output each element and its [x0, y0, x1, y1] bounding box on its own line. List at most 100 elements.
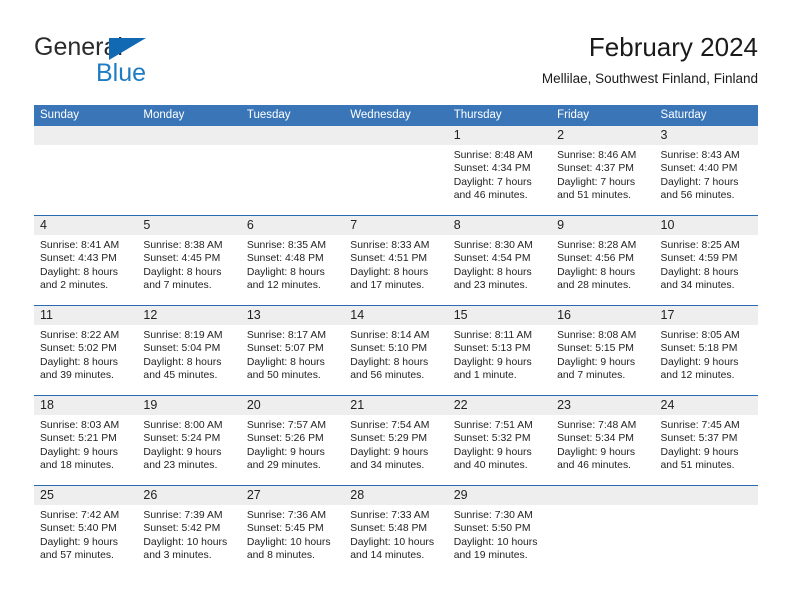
- day-cell-inner: [654, 486, 758, 575]
- sunrise-text: Sunrise: 7:57 AM: [246, 420, 326, 431]
- calendar-day-cell[interactable]: 24 Sunrise: 7:45 AM Sunset: 5:37 PM Dayligh…: [654, 395, 758, 486]
- weekday-header-tuesday: Tuesday: [240, 105, 345, 126]
- day-cell-inner: 2 Sunrise: 8:46 AM Sunset: 4:37 PM Daylight…: [551, 126, 655, 215]
- daylight-text-line1: Daylight: 9 hours: [143, 446, 222, 458]
- calendar-day-cell: [34, 126, 138, 216]
- calendar-week-row: 11 Sunrise: 8:22 AM Sunset: 5:02 PM Dayligh…: [34, 305, 758, 396]
- calendar-day-cell[interactable]: 26 Sunrise: 7:39 AM Sunset: 5:42 PM Dayligh…: [137, 485, 241, 575]
- calendar-day-cell[interactable]: 28 Sunrise: 7:33 AM Sunset: 5:48 PM Dayligh…: [344, 485, 448, 575]
- day-number: [137, 126, 241, 145]
- day-cell-inner: 9 Sunrise: 8:28 AM Sunset: 4:56 PM Daylight…: [551, 216, 655, 305]
- calendar-day-cell: [137, 126, 241, 216]
- daylight-text-line1: Daylight: 9 hours: [660, 446, 739, 458]
- daylight-text-line2: and 34 minutes.: [350, 459, 425, 471]
- daylight-text-line2: and 1 minute.: [453, 369, 517, 381]
- daylight-text-line1: Daylight: 8 hours: [40, 356, 118, 368]
- day-sun-info: Sunrise: 8:19 AM Sunset: 5:04 PM Daylight:…: [137, 325, 240, 382]
- daylight-text-line2: and 28 minutes.: [557, 279, 632, 291]
- sunset-text: Sunset: 5:13 PM: [453, 343, 531, 355]
- daylight-text-line1: Daylight: 9 hours: [557, 446, 636, 458]
- sunrise-text: Sunrise: 8:48 AM: [453, 150, 533, 161]
- sunrise-text: Sunrise: 8:28 AM: [557, 240, 637, 251]
- sunset-text: Sunset: 5:50 PM: [453, 523, 531, 535]
- calendar-day-cell[interactable]: 29 Sunrise: 7:30 AM Sunset: 5:50 PM Dayligh…: [447, 485, 552, 575]
- calendar-day-cell[interactable]: 8 Sunrise: 8:30 AM Sunset: 4:54 PM Daylight…: [447, 215, 552, 306]
- calendar-day-cell[interactable]: 1 Sunrise: 8:48 AM Sunset: 4:34 PM Daylight…: [447, 126, 552, 216]
- calendar-day-cell[interactable]: 27 Sunrise: 7:36 AM Sunset: 5:45 PM Dayligh…: [240, 485, 345, 575]
- sunset-text: Sunset: 5:45 PM: [246, 523, 324, 535]
- daylight-text-line2: and 51 minutes.: [557, 189, 632, 201]
- sunrise-text: Sunrise: 8:14 AM: [350, 330, 430, 341]
- calendar-day-cell[interactable]: 23 Sunrise: 7:48 AM Sunset: 5:34 PM Dayligh…: [551, 395, 655, 486]
- day-number: 29: [447, 486, 552, 505]
- day-cell-inner: 1 Sunrise: 8:48 AM Sunset: 4:34 PM Daylight…: [447, 126, 552, 215]
- day-cell-inner: 13 Sunrise: 8:17 AM Sunset: 5:07 PM Dayligh…: [240, 306, 345, 395]
- calendar-day-cell[interactable]: 22 Sunrise: 7:51 AM Sunset: 5:32 PM Dayligh…: [447, 395, 552, 486]
- calendar-day-cell[interactable]: 25 Sunrise: 7:42 AM Sunset: 5:40 PM Dayligh…: [34, 485, 138, 575]
- calendar-day-cell[interactable]: 21 Sunrise: 7:54 AM Sunset: 5:29 PM Dayligh…: [344, 395, 448, 486]
- sunset-text: Sunset: 5:32 PM: [453, 433, 531, 445]
- sunset-text: Sunset: 5:26 PM: [246, 433, 324, 445]
- daylight-text-line2: and 29 minutes.: [246, 459, 321, 471]
- sunrise-text: Sunrise: 8:46 AM: [557, 150, 637, 161]
- calendar-day-cell[interactable]: 10 Sunrise: 8:25 AM Sunset: 4:59 PM Dayligh…: [654, 215, 758, 306]
- calendar-day-cell[interactable]: 17 Sunrise: 8:05 AM Sunset: 5:18 PM Dayligh…: [654, 305, 758, 396]
- calendar-day-cell[interactable]: 15 Sunrise: 8:11 AM Sunset: 5:13 PM Dayligh…: [447, 305, 552, 396]
- day-cell-inner: 3 Sunrise: 8:43 AM Sunset: 4:40 PM Daylight…: [654, 126, 758, 215]
- day-sun-info: Sunrise: 8:14 AM Sunset: 5:10 PM Daylight:…: [344, 325, 447, 382]
- daylight-text-line1: Daylight: 9 hours: [660, 356, 739, 368]
- calendar-day-cell[interactable]: 16 Sunrise: 8:08 AM Sunset: 5:15 PM Dayligh…: [551, 305, 655, 396]
- daylight-text-line2: and 50 minutes.: [246, 369, 321, 381]
- day-number: 3: [654, 126, 758, 145]
- calendar-day-cell[interactable]: 18 Sunrise: 8:03 AM Sunset: 5:21 PM Dayligh…: [34, 395, 138, 486]
- calendar-day-cell[interactable]: 13 Sunrise: 8:17 AM Sunset: 5:07 PM Dayligh…: [240, 305, 345, 396]
- daylight-text-line1: Daylight: 8 hours: [350, 266, 429, 278]
- daylight-text-line1: Daylight: 7 hours: [660, 176, 739, 188]
- page-header: General Blue February 2024 Mellilae, Sou…: [34, 30, 758, 96]
- calendar-day-cell[interactable]: 5 Sunrise: 8:38 AM Sunset: 4:45 PM Daylight…: [137, 215, 241, 306]
- sunset-text: Sunset: 4:48 PM: [246, 253, 324, 265]
- calendar-day-cell[interactable]: 14 Sunrise: 8:14 AM Sunset: 5:10 PM Dayligh…: [344, 305, 448, 396]
- calendar-day-cell[interactable]: 4 Sunrise: 8:41 AM Sunset: 4:43 PM Daylight…: [34, 215, 138, 306]
- sunset-text: Sunset: 4:51 PM: [350, 253, 428, 265]
- calendar-day-cell: [654, 485, 758, 575]
- day-cell-inner: 4 Sunrise: 8:41 AM Sunset: 4:43 PM Daylight…: [34, 216, 138, 305]
- day-cell-inner: 27 Sunrise: 7:36 AM Sunset: 5:45 PM Dayligh…: [240, 486, 345, 575]
- calendar-day-cell[interactable]: 19 Sunrise: 8:00 AM Sunset: 5:24 PM Dayligh…: [137, 395, 241, 486]
- calendar-day-cell[interactable]: 11 Sunrise: 8:22 AM Sunset: 5:02 PM Dayligh…: [34, 305, 138, 396]
- daylight-text-line2: and 51 minutes.: [660, 459, 735, 471]
- day-number: 14: [344, 306, 448, 325]
- day-number: 10: [654, 216, 758, 235]
- daylight-text-line2: and 39 minutes.: [40, 369, 114, 381]
- day-number: 15: [447, 306, 552, 325]
- calendar-day-cell[interactable]: 2 Sunrise: 8:46 AM Sunset: 4:37 PM Daylight…: [551, 126, 655, 216]
- sunrise-text: Sunrise: 8:11 AM: [453, 330, 533, 341]
- day-cell-inner: 20 Sunrise: 7:57 AM Sunset: 5:26 PM Dayligh…: [240, 396, 345, 485]
- day-sun-info: Sunrise: 8:41 AM Sunset: 4:43 PM Daylight:…: [34, 235, 137, 292]
- day-sun-info: Sunrise: 8:38 AM Sunset: 4:45 PM Daylight:…: [137, 235, 240, 292]
- calendar-day-cell[interactable]: 7 Sunrise: 8:33 AM Sunset: 4:51 PM Daylight…: [344, 215, 448, 306]
- calendar-day-cell[interactable]: 12 Sunrise: 8:19 AM Sunset: 5:04 PM Dayligh…: [137, 305, 241, 396]
- sunset-text: Sunset: 5:02 PM: [40, 343, 117, 355]
- calendar-day-cell[interactable]: 3 Sunrise: 8:43 AM Sunset: 4:40 PM Daylight…: [654, 126, 758, 216]
- day-number: 27: [240, 486, 345, 505]
- calendar-day-cell[interactable]: 9 Sunrise: 8:28 AM Sunset: 4:56 PM Daylight…: [551, 215, 655, 306]
- sunrise-text: Sunrise: 7:48 AM: [557, 420, 637, 431]
- sunset-text: Sunset: 5:48 PM: [350, 523, 428, 535]
- calendar-header-row-group: Sunday Monday Tuesday Wednesday Thursday…: [34, 105, 758, 126]
- sunset-text: Sunset: 5:21 PM: [40, 433, 117, 445]
- day-sun-info: Sunrise: 7:45 AM Sunset: 5:37 PM Daylight:…: [655, 415, 758, 472]
- daylight-text-line1: Daylight: 10 hours: [143, 536, 228, 548]
- weekday-header-sunday: Sunday: [34, 105, 138, 126]
- day-sun-info: Sunrise: 8:25 AM Sunset: 4:59 PM Daylight:…: [655, 235, 758, 292]
- daylight-text-line1: Daylight: 9 hours: [40, 536, 118, 548]
- calendar-day-cell[interactable]: 20 Sunrise: 7:57 AM Sunset: 5:26 PM Dayligh…: [240, 395, 345, 486]
- day-sun-info: Sunrise: 8:03 AM Sunset: 5:21 PM Daylight:…: [34, 415, 137, 472]
- calendar-week-row: 4 Sunrise: 8:41 AM Sunset: 4:43 PM Daylight…: [34, 215, 758, 306]
- daylight-text-line2: and 34 minutes.: [660, 279, 735, 291]
- daylight-text-line2: and 57 minutes.: [40, 549, 114, 561]
- sunrise-text: Sunrise: 7:33 AM: [350, 510, 430, 521]
- daylight-text-line1: Daylight: 9 hours: [453, 356, 532, 368]
- sunrise-text: Sunrise: 8:22 AM: [40, 330, 120, 341]
- calendar-day-cell[interactable]: 6 Sunrise: 8:35 AM Sunset: 4:48 PM Daylight…: [240, 215, 345, 306]
